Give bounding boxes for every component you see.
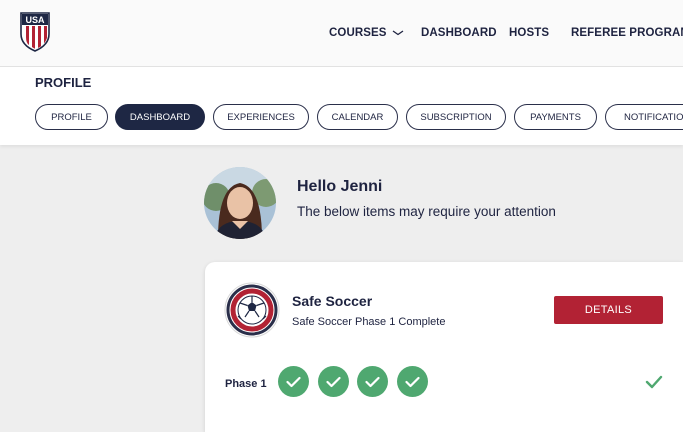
greeting-message: The below items may require your attenti… (297, 204, 556, 219)
tab-profile[interactable]: PROFILE (35, 104, 108, 130)
logo-text: USA (25, 15, 45, 25)
tab-experiences[interactable]: EXPERIENCES (213, 104, 309, 130)
safe-soccer-badge (224, 282, 280, 338)
tab-notifications[interactable]: NOTIFICATIONS (605, 104, 683, 130)
tab-payments[interactable]: PAYMENTS (514, 104, 597, 130)
chevron-down-icon (392, 27, 404, 39)
tab-calendar[interactable]: CALENDAR (317, 104, 398, 130)
nav-courses-label: COURSES (329, 27, 387, 40)
phase-label: Phase 1 (225, 378, 267, 390)
step-4-check-icon (397, 366, 428, 397)
us-soccer-logo[interactable]: USA (20, 12, 50, 52)
step-3-check-icon (357, 366, 388, 397)
greeting-heading: Hello Jenni (297, 178, 383, 195)
nav-referee-program[interactable]: REFEREE PROGRAM (571, 27, 683, 39)
tab-subscription[interactable]: SUBSCRIPTION (406, 104, 506, 130)
nav-dashboard[interactable]: DASHBOARD (421, 27, 497, 39)
step-1-check-icon (278, 366, 309, 397)
page-title: PROFILE (35, 75, 92, 90)
details-button[interactable]: DETAILS (554, 296, 663, 324)
avatar (204, 167, 276, 239)
step-2-check-icon (318, 366, 349, 397)
tab-dashboard[interactable]: DASHBOARD (115, 104, 205, 130)
nav-courses[interactable]: COURSES (329, 27, 404, 39)
nav-hosts[interactable]: HOSTS (509, 27, 549, 39)
card-title: Safe Soccer (292, 293, 373, 309)
card-subtitle: Safe Soccer Phase 1 Complete (292, 316, 446, 328)
phase-complete-check-icon (645, 375, 663, 394)
